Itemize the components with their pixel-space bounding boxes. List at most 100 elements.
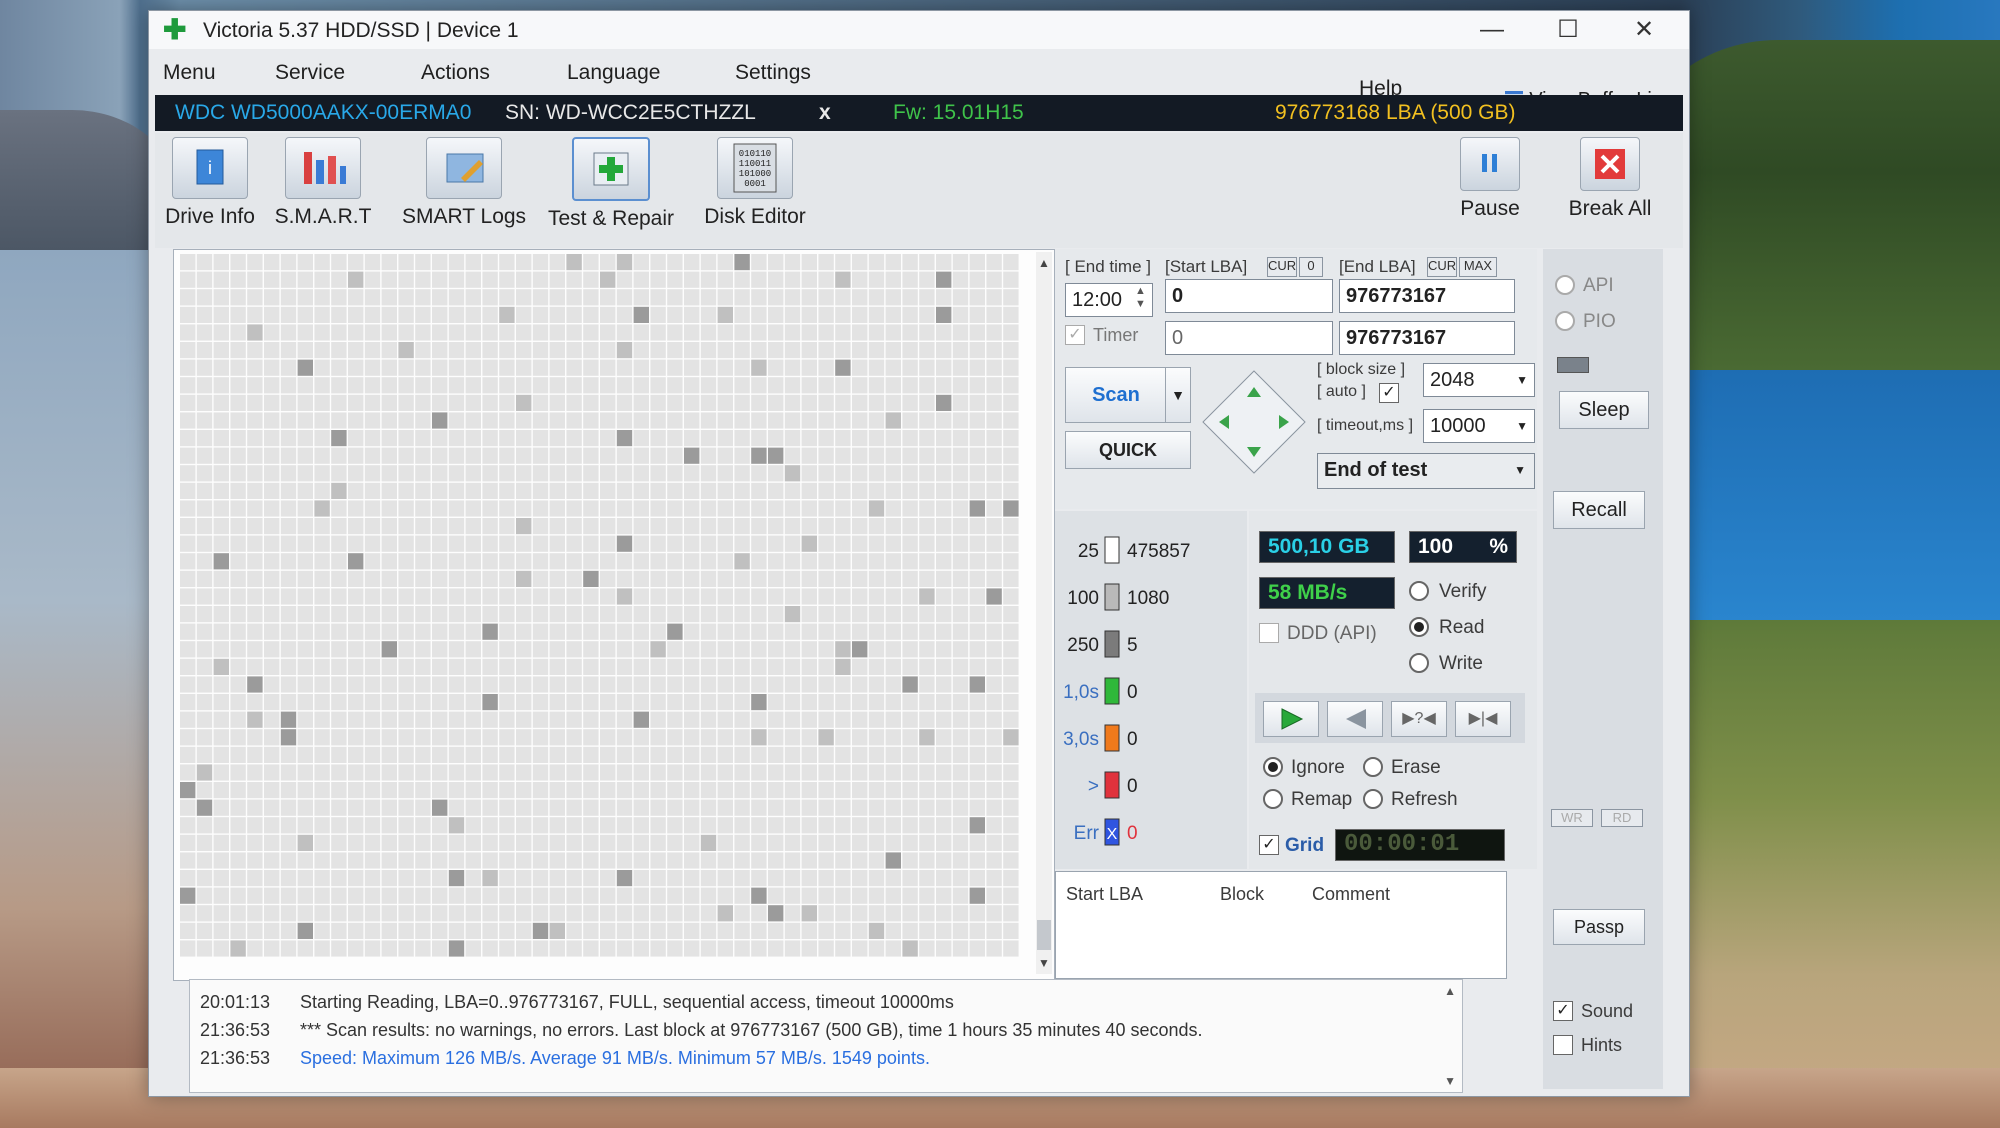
menu-service[interactable]: Service bbox=[275, 61, 345, 85]
smart-button[interactable]: S.M.A.R.T bbox=[263, 137, 383, 229]
grid-cell bbox=[902, 922, 918, 939]
grid-cell bbox=[314, 852, 330, 869]
maximize-button[interactable]: ☐ bbox=[1533, 13, 1603, 47]
end-time-spinner[interactable]: ▲ ▼ bbox=[1135, 285, 1146, 311]
pause-button[interactable]: Pause bbox=[1445, 137, 1535, 221]
scan-button[interactable]: Scan bbox=[1065, 367, 1167, 423]
drive-info-button[interactable]: i Drive Info bbox=[165, 137, 255, 229]
grid-cell bbox=[650, 324, 666, 341]
grid-cell bbox=[264, 940, 280, 957]
grid-cell bbox=[1003, 500, 1019, 517]
sleep-button[interactable]: Sleep bbox=[1559, 391, 1649, 429]
grid-cell bbox=[784, 817, 801, 834]
grid-cell bbox=[314, 799, 330, 816]
verify-radio[interactable] bbox=[1409, 581, 1429, 601]
device-model[interactable]: WDC WD5000AAKX-00ERMA0 bbox=[175, 95, 471, 131]
grid-cell bbox=[348, 641, 364, 658]
block-size-select[interactable]: 2048 ▼ bbox=[1423, 363, 1535, 397]
grid-cell bbox=[633, 447, 649, 464]
smart-logs-button[interactable]: SMART Logs bbox=[401, 137, 527, 229]
jump-unknown-icon[interactable]: ▶?◀ bbox=[1391, 701, 1447, 737]
end-action-select[interactable]: End of test ▼ bbox=[1317, 453, 1535, 489]
menu-language[interactable]: Language bbox=[567, 61, 660, 85]
passp-button[interactable]: Passp bbox=[1553, 909, 1645, 945]
grid-checkbox[interactable]: ✓ bbox=[1259, 835, 1279, 855]
disk-editor-button[interactable]: 010110 110011 101000 0001 Disk Editor bbox=[695, 137, 815, 229]
start-lba-cur-button[interactable]: CUR bbox=[1267, 257, 1297, 277]
pio-radio[interactable] bbox=[1555, 311, 1575, 331]
grid-cell bbox=[986, 570, 1002, 587]
remap-radio[interactable] bbox=[1263, 789, 1283, 809]
read-radio[interactable] bbox=[1409, 617, 1429, 637]
grid-cell bbox=[684, 694, 700, 711]
grid-cell bbox=[852, 764, 868, 781]
timer-end-field[interactable]: 976773167 bbox=[1339, 321, 1515, 355]
grid-cell bbox=[196, 764, 213, 781]
recall-button[interactable]: Recall bbox=[1553, 491, 1645, 529]
auto-checkbox[interactable]: ✓ bbox=[1379, 383, 1399, 403]
skip-to-end-icon[interactable]: ▶|◀ bbox=[1455, 701, 1511, 737]
scroll-thumb[interactable] bbox=[1037, 920, 1051, 950]
timer-start-field[interactable]: 0 bbox=[1165, 321, 1333, 355]
scroll-down-icon[interactable]: ▼ bbox=[1036, 956, 1052, 970]
direction-pad-icon[interactable] bbox=[1201, 369, 1307, 475]
api-radio[interactable] bbox=[1555, 275, 1575, 295]
erase-radio[interactable] bbox=[1363, 757, 1383, 777]
end-lba-max-button[interactable]: MAX bbox=[1459, 257, 1497, 277]
hints-checkbox[interactable] bbox=[1553, 1035, 1573, 1055]
write-radio[interactable] bbox=[1409, 653, 1429, 673]
grid-cell bbox=[364, 658, 381, 675]
grid-cell bbox=[482, 746, 498, 763]
app-window: ✚ Victoria 5.37 HDD/SSD | Device 1 — ☐ ✕… bbox=[148, 10, 1690, 1097]
grid-cell bbox=[986, 535, 1002, 552]
start-lba-field[interactable]: 0 bbox=[1165, 279, 1333, 313]
grid-cell bbox=[667, 482, 683, 499]
grid-cell bbox=[952, 694, 969, 711]
back-button[interactable] bbox=[1327, 701, 1383, 737]
grid-cell bbox=[314, 324, 330, 341]
quick-button[interactable]: QUICK bbox=[1065, 431, 1191, 469]
grid-cell bbox=[348, 852, 364, 869]
grid-cell bbox=[415, 623, 431, 640]
timeout-select[interactable]: 10000 ▼ bbox=[1423, 409, 1535, 443]
scan-scrollbar[interactable]: ▲ ▼ bbox=[1036, 252, 1052, 974]
scroll-up-icon[interactable]: ▲ bbox=[1036, 256, 1052, 270]
grid-cell bbox=[734, 764, 750, 781]
minimize-button[interactable]: — bbox=[1457, 13, 1527, 47]
grid-cell bbox=[499, 465, 515, 482]
menu-menu[interactable]: Menu bbox=[163, 61, 216, 85]
grid-cell bbox=[516, 518, 532, 535]
menu-settings[interactable]: Settings bbox=[735, 61, 811, 85]
refresh-radio[interactable] bbox=[1363, 789, 1383, 809]
menu-actions[interactable]: Actions bbox=[421, 61, 490, 85]
grid-cell bbox=[415, 799, 431, 816]
grid-cell bbox=[314, 905, 330, 922]
grid-cell bbox=[650, 641, 666, 658]
scan-dropdown-icon[interactable]: ▼ bbox=[1165, 367, 1191, 423]
play-button[interactable] bbox=[1263, 701, 1319, 737]
grid-cell bbox=[180, 588, 196, 605]
grid-cell bbox=[919, 922, 935, 939]
device-close-button[interactable]: x bbox=[819, 95, 831, 131]
grid-cell bbox=[247, 658, 263, 675]
close-button[interactable]: ✕ bbox=[1609, 13, 1679, 47]
grid-cell bbox=[885, 782, 901, 799]
ddd-api-checkbox[interactable] bbox=[1259, 623, 1279, 643]
grid-cell bbox=[516, 570, 532, 587]
start-lba-zero-button[interactable]: 0 bbox=[1299, 257, 1323, 277]
sound-checkbox[interactable]: ✓ bbox=[1553, 1001, 1573, 1021]
end-lba-cur-button[interactable]: CUR bbox=[1427, 257, 1457, 277]
grid-cell bbox=[852, 782, 868, 799]
timer-checkbox[interactable]: ✓ bbox=[1065, 325, 1085, 345]
test-repair-button[interactable]: Test & Repair bbox=[539, 137, 683, 231]
grid-cell bbox=[566, 694, 582, 711]
end-lba-field[interactable]: 976773167 bbox=[1339, 279, 1515, 313]
grid-cell bbox=[600, 342, 616, 359]
grid-cell bbox=[297, 359, 313, 376]
ignore-radio[interactable] bbox=[1263, 757, 1283, 777]
grid-cell bbox=[650, 482, 666, 499]
write-label: Write bbox=[1439, 653, 1483, 674]
log-scroll-down-icon[interactable]: ▼ bbox=[1444, 1074, 1456, 1088]
log-scroll-up-icon[interactable]: ▲ bbox=[1444, 984, 1456, 998]
break-all-button[interactable]: Break All bbox=[1555, 137, 1665, 221]
